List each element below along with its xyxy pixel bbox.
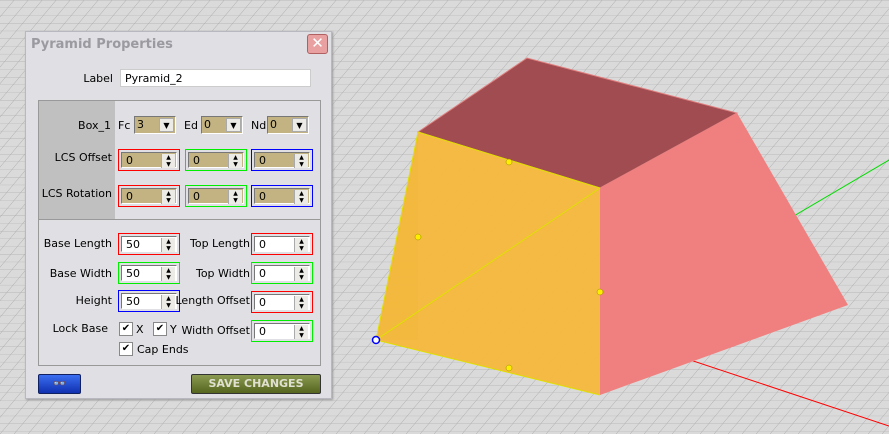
ed-dropdown[interactable]: 0 ▼: [201, 116, 243, 134]
origin-handle[interactable]: [371, 335, 381, 345]
lock-y-label: Y: [170, 323, 177, 336]
dialog-title: Pyramid Properties: [31, 37, 173, 52]
length-offset-input[interactable]: 0 ▲ ▼: [251, 291, 313, 313]
glasses-icon: 👓: [52, 377, 67, 390]
lcs-rotation-label: LCS Rotation: [41, 187, 112, 200]
nd-dropdown[interactable]: 0 ▼: [267, 116, 309, 134]
edge-handle[interactable]: [505, 364, 513, 372]
fc-dropdown[interactable]: 3 ▼: [134, 116, 176, 134]
label-input[interactable]: Pyramid_2: [120, 69, 311, 87]
top-width-label: Top Width: [195, 267, 250, 280]
edge-handle[interactable]: [505, 158, 513, 166]
chevron-down-icon: ▼: [159, 118, 174, 132]
edge-handle[interactable]: [414, 233, 422, 241]
lock-base-label: Lock Base: [52, 322, 108, 335]
length-offset-label: Length Offset: [175, 294, 251, 307]
base-width-label: Base Width: [49, 267, 112, 280]
view-button[interactable]: 👓: [38, 374, 81, 394]
close-button[interactable]: ✕: [307, 34, 328, 54]
chevron-down-icon: ▼: [226, 118, 241, 132]
lcs-offset-z[interactable]: 0 ▲ ▼: [251, 149, 313, 171]
top-length-label: Top Length: [189, 237, 250, 250]
ed-label: Ed: [184, 119, 198, 132]
base-length-label: Base Length: [43, 237, 112, 250]
top-width-input[interactable]: 0 ▲ ▼: [251, 262, 313, 284]
width-offset-label: Width Offset: [181, 324, 250, 337]
box-panel: Box_1 Fc 3 ▼ Ed 0 ▼ Nd 0 ▼ LCS Offset 0 ▲ ▼ 0…: [38, 100, 321, 220]
lcs-rotation-y[interactable]: 0 ▲ ▼: [185, 185, 247, 207]
cap-ends-checkbox[interactable]: ✔: [119, 342, 133, 356]
lock-x-checkbox[interactable]: ✔: [119, 322, 133, 336]
edge-handle[interactable]: [596, 288, 604, 296]
base-width-input[interactable]: 50 ▲ ▼: [118, 262, 180, 284]
box-name: Box_1: [78, 119, 111, 132]
chevron-down-icon: ▼: [292, 118, 307, 132]
label-caption: Label: [83, 72, 113, 85]
lcs-offset-x[interactable]: 0 ▲ ▼: [118, 149, 180, 171]
lcs-rotation-z[interactable]: 0 ▲ ▼: [251, 185, 313, 207]
pyramid-properties-dialog: Pyramid Properties ✕ Label Pyramid_2 Box…: [25, 31, 332, 399]
cap-ends-label: Cap Ends: [137, 343, 189, 356]
save-changes-button[interactable]: SAVE CHANGES: [191, 374, 321, 394]
top-length-input[interactable]: 0 ▲ ▼: [251, 233, 313, 255]
lcs-offset-label: LCS Offset: [54, 151, 112, 164]
lcs-offset-y[interactable]: 0 ▲ ▼: [185, 149, 247, 171]
base-length-input[interactable]: 50 ▲ ▼: [118, 233, 180, 255]
dimensions-panel: Base Length 50 ▲ ▼ Base Width 50 ▲ ▼ Height …: [38, 219, 321, 366]
lock-y-checkbox[interactable]: ✔: [153, 322, 167, 336]
lcs-rotation-x[interactable]: 0 ▲ ▼: [118, 185, 180, 207]
fc-label: Fc: [118, 119, 131, 132]
width-offset-input[interactable]: 0 ▲ ▼: [251, 320, 313, 342]
nd-label: Nd: [251, 119, 267, 132]
height-label: Height: [75, 294, 112, 307]
lock-x-label: X: [136, 323, 144, 336]
